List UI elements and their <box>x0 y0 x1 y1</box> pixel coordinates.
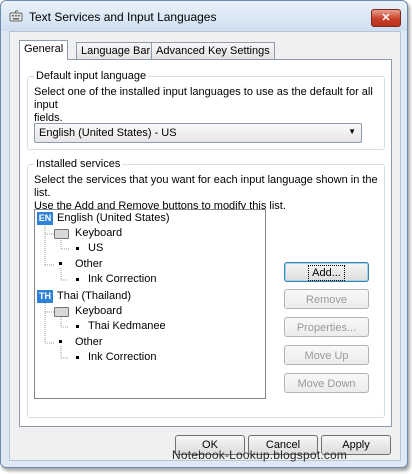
dialog-client-area: General Language Bar Advanced Key Settin… <box>9 31 401 461</box>
tree-node-thai-keyboard[interactable]: Keyboard <box>75 305 122 317</box>
installed-services-tree[interactable]: EN English (United States) Keyboard US O… <box>34 209 266 399</box>
remove-button[interactable]: Remove <box>284 289 369 309</box>
keyboard-app-icon <box>9 10 23 22</box>
default-input-language-group: Default input language Select one of the… <box>27 70 385 150</box>
tree-node-english[interactable]: English (United States) <box>57 212 170 224</box>
bullet-icon <box>76 356 79 359</box>
tree-node-thai-other[interactable]: Other <box>75 336 103 348</box>
default-input-language-legend: Default input language <box>34 70 149 82</box>
keyboard-icon <box>54 307 69 317</box>
add-button-label: Add... <box>308 265 345 281</box>
keyboard-icon <box>54 229 69 239</box>
move-down-button[interactable]: Move Down <box>284 373 369 393</box>
tree-node-english-ink-correction[interactable]: Ink Correction <box>88 273 156 285</box>
dialog-window: Text Services and Input Languages ✕ Gene… <box>0 0 408 468</box>
general-tab-panel: Default input language Select one of the… <box>19 59 392 427</box>
installed-services-description-line1: Select the services that you want for ea… <box>34 174 378 199</box>
tree-node-thai-kedmanee[interactable]: Thai Kedmanee <box>88 320 166 332</box>
tab-advanced-key-settings[interactable]: Advanced Key Settings <box>151 42 275 59</box>
title-bar[interactable]: Text Services and Input Languages ✕ <box>1 1 407 31</box>
default-input-description-line1: Select one of the installed input langua… <box>34 86 373 111</box>
bullet-icon <box>59 340 62 343</box>
bullet-icon <box>59 262 62 265</box>
bullet-icon <box>76 247 79 250</box>
tree-node-thai-ink-correction[interactable]: Ink Correction <box>88 351 156 363</box>
tab-general[interactable]: General <box>19 40 69 60</box>
bullet-icon <box>76 325 79 328</box>
tree-node-thai[interactable]: Thai (Thailand) <box>57 290 131 302</box>
bullet-icon <box>76 278 79 281</box>
tree-node-english-us[interactable]: US <box>88 242 103 254</box>
window-title: Text Services and Input Languages <box>29 10 217 24</box>
chevron-down-icon: ▼ <box>348 127 356 136</box>
installed-services-description: Select the services that you want for ea… <box>34 174 384 213</box>
default-input-language-dropdown[interactable]: English (United States) - US ▼ <box>34 123 362 143</box>
default-input-description: Select one of the installed input langua… <box>34 86 384 125</box>
move-up-button[interactable]: Move Up <box>284 345 369 365</box>
tab-language-bar[interactable]: Language Bar <box>76 42 156 59</box>
language-th-icon: TH <box>37 290 53 303</box>
tree-node-english-keyboard[interactable]: Keyboard <box>75 227 122 239</box>
installed-services-legend: Installed services <box>34 158 123 170</box>
properties-button[interactable]: Properties... <box>284 317 369 337</box>
installed-services-group: Installed services Select the services t… <box>27 158 385 418</box>
close-button[interactable]: ✕ <box>371 9 401 27</box>
default-input-language-value: English (United States) - US <box>39 127 177 139</box>
tree-node-english-other[interactable]: Other <box>75 258 103 270</box>
add-button[interactable]: Add... <box>284 262 369 282</box>
watermark-text: Notebook-Lookup.blogspot.com <box>172 448 348 462</box>
language-en-icon: EN <box>37 212 53 225</box>
tree-connector-lines <box>44 224 69 359</box>
